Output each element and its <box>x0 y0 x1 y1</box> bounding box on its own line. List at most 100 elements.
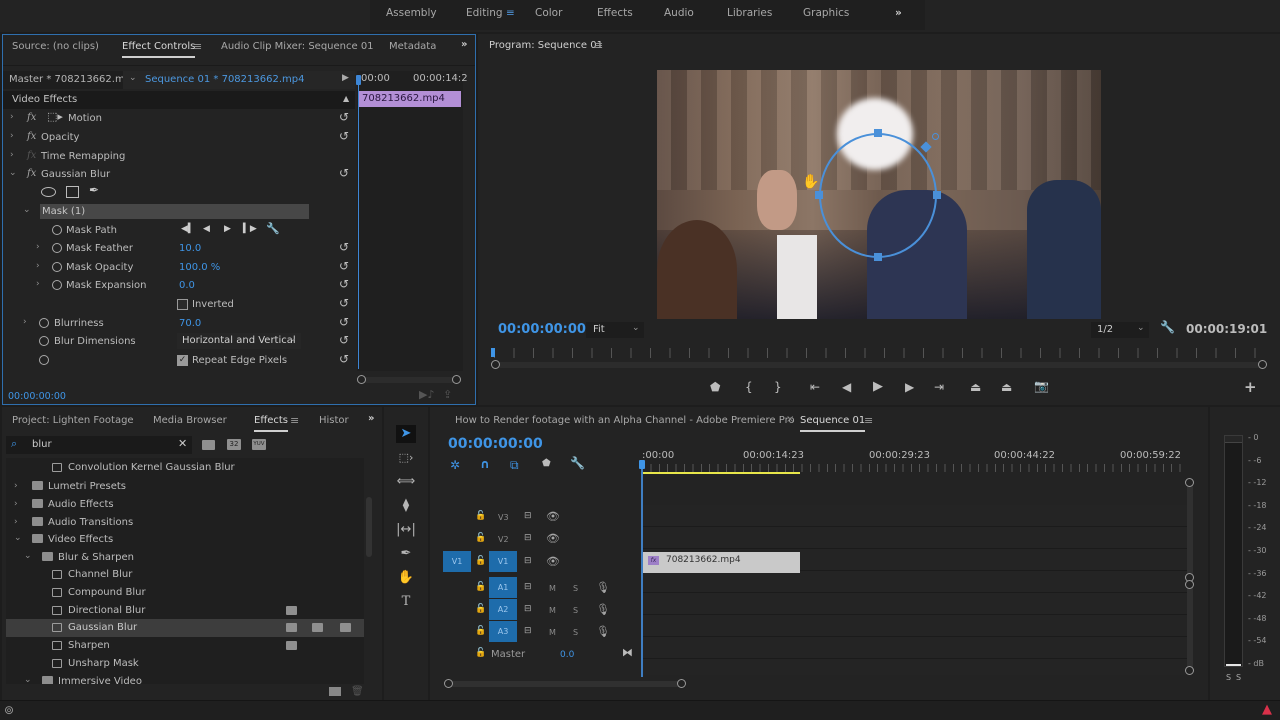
workspace-graphics[interactable]: Graphics <box>803 7 849 19</box>
solo-button[interactable]: S <box>573 628 578 637</box>
stopwatch-icon[interactable] <box>52 225 62 235</box>
sync-lock-icon[interactable]: ⊟ <box>524 556 532 566</box>
pen-tool-icon[interactable]: ✒ <box>396 545 416 563</box>
transform-icon[interactable]: ⬚▸ <box>47 110 63 123</box>
track-target-v1[interactable]: V1 <box>489 551 517 572</box>
fx-toggle-icon[interactable]: fx <box>27 112 36 123</box>
reset-icon[interactable]: ↺ <box>339 352 349 366</box>
tab-project[interactable]: Project: Lighten Footage <box>12 415 134 426</box>
sync-lock-icon[interactable]: ⊟ <box>524 626 532 636</box>
microphone-icon[interactable]: 🎙 <box>596 603 610 616</box>
reset-icon[interactable]: ↺ <box>339 166 349 180</box>
mute-button[interactable]: M <box>549 584 556 593</box>
solo-button[interactable]: S <box>573 584 578 593</box>
effect-controls-timecode[interactable]: 00:00:00:00 <box>8 391 66 402</box>
resolution-dropdown[interactable]: 1/2 ⌄ <box>1091 322 1149 338</box>
timeline-timecode[interactable]: 00:00:00:00 <box>448 436 543 452</box>
mask-vertex-handle[interactable] <box>815 191 823 199</box>
fx-toggle-icon[interactable]: fx <box>27 131 36 142</box>
effect-row-time-remapping[interactable]: › fx Time Remapping <box>3 148 355 166</box>
work-area-bar[interactable] <box>642 472 800 474</box>
master-volume-value[interactable]: 0.0 <box>560 650 574 660</box>
reset-icon[interactable]: ↺ <box>339 277 349 291</box>
collapse-chevron-icon[interactable]: ⌄ <box>9 168 17 178</box>
sync-lock-icon[interactable]: ⊟ <box>524 533 532 543</box>
reset-icon[interactable]: ↺ <box>339 129 349 143</box>
workspace-audio[interactable]: Audio <box>664 7 694 19</box>
type-tool-icon[interactable]: T <box>396 593 416 611</box>
video-tracks-scrollbar[interactable] <box>1185 478 1194 582</box>
stopwatch-icon[interactable] <box>52 262 62 272</box>
snap-magnet-icon[interactable]: ∩ <box>480 457 490 471</box>
close-tab-icon[interactable]: × <box>786 414 794 425</box>
stopwatch-icon[interactable] <box>52 280 62 290</box>
tab-audio-clip-mixer[interactable]: Audio Clip Mixer: Sequence 01 <box>221 41 374 52</box>
clear-search-icon[interactable]: ✕ <box>178 437 187 450</box>
list-item[interactable]: Compound Blur <box>12 584 364 602</box>
mark-in-icon[interactable]: { <box>745 380 753 394</box>
stopwatch-icon[interactable] <box>52 243 62 253</box>
track-select-tool-icon[interactable]: ⬚› <box>396 449 416 467</box>
tab-media-browser[interactable]: Media Browser <box>153 415 227 426</box>
delete-icon[interactable]: 🗑 <box>351 686 364 697</box>
creative-cloud-sync-icon[interactable]: ⊚ <box>4 703 14 717</box>
new-bin-icon[interactable] <box>329 687 341 696</box>
show-timeline-toggle-icon[interactable]: ▶ <box>342 73 349 83</box>
track-target-a3[interactable]: A3 <box>489 621 517 642</box>
timeline-playhead[interactable] <box>641 462 643 677</box>
track-forward-frame-icon[interactable]: ▶ <box>224 224 231 234</box>
track-forward-icon[interactable]: ▍▶ <box>243 224 257 234</box>
sync-lock-icon[interactable]: ⊟ <box>524 604 532 614</box>
eye-icon[interactable]: 👁 <box>546 555 560 568</box>
linked-selection-icon[interactable]: ⧉ <box>510 458 519 473</box>
extract-icon[interactable]: ⏏ <box>1001 380 1012 394</box>
wrench-icon[interactable]: 🔧 <box>266 222 280 235</box>
track-target-a2[interactable]: A2 <box>489 599 517 620</box>
list-item[interactable]: Unsharp Mask <box>12 655 364 673</box>
reset-icon[interactable]: ↺ <box>339 296 349 310</box>
audio-tracks-scrollbar[interactable] <box>1185 580 1194 675</box>
program-timecode[interactable]: 00:00:00:00 <box>498 322 586 337</box>
timeline-clip[interactable]: fx 708213662.mp4 <box>642 552 800 573</box>
expand-chevron-icon[interactable]: › <box>10 131 14 141</box>
timeline-horizontal-scrollbar[interactable] <box>444 679 686 688</box>
sync-lock-icon[interactable]: ⊟ <box>524 511 532 521</box>
effect-row-motion[interactable]: › fx ⬚▸ Motion ↺ <box>3 110 355 128</box>
eye-icon[interactable]: 👁 <box>546 532 560 545</box>
workspace-editing[interactable]: Editing <box>466 7 503 19</box>
program-ruler[interactable] <box>494 348 1264 358</box>
lock-icon[interactable]: 🔓 <box>475 556 486 566</box>
tab-effect-controls[interactable]: Effect Controls <box>122 41 196 58</box>
hamburger-icon[interactable]: ≡ <box>506 7 515 19</box>
list-item[interactable]: ⌄ Blur & Sharpen <box>12 549 364 567</box>
mask-vertex-handle[interactable] <box>933 191 941 199</box>
timeline-settings-wrench-icon[interactable]: 🔧 <box>570 456 585 470</box>
more-workspaces-icon[interactable]: » <box>895 7 902 19</box>
solo-right-button[interactable]: S <box>1236 673 1241 682</box>
slip-tool-icon[interactable]: |↔| <box>396 521 416 539</box>
step-back-icon[interactable]: ◀ <box>842 380 851 394</box>
lock-icon[interactable]: 🔓 <box>475 533 486 543</box>
tab-source[interactable]: Source: (no clips) <box>12 41 99 52</box>
reset-icon[interactable]: ↺ <box>339 333 349 347</box>
button-editor-plus-icon[interactable]: + <box>1244 378 1257 396</box>
expand-chevron-icon[interactable]: › <box>36 242 40 252</box>
timeline-ruler[interactable] <box>642 464 1187 472</box>
mark-out-icon[interactable]: } <box>774 380 782 394</box>
list-item[interactable]: › Audio Transitions <box>12 514 364 532</box>
program-playhead[interactable] <box>491 348 495 357</box>
repeat-edge-checkbox[interactable]: ✓ <box>177 355 188 366</box>
list-item[interactable]: › Audio Effects <box>12 496 364 514</box>
add-marker-icon[interactable]: ⬟ <box>542 458 551 469</box>
panel-menu-icon[interactable]: ≡ <box>594 39 603 52</box>
lock-icon[interactable]: 🔓 <box>475 626 486 636</box>
list-item-selected[interactable]: Gaussian Blur <box>6 619 364 637</box>
go-to-out-icon[interactable]: ⇥ <box>934 380 944 394</box>
mask-row[interactable]: Mask (1) <box>40 204 309 219</box>
rectangle-mask-icon[interactable] <box>66 186 79 198</box>
track-backward-icon[interactable]: ◀▍ <box>181 224 195 234</box>
mask-vertex-handle[interactable] <box>874 129 882 137</box>
workspace-libraries[interactable]: Libraries <box>727 7 772 19</box>
solo-button[interactable]: S <box>573 606 578 615</box>
lock-icon[interactable]: 🔓 <box>475 511 486 521</box>
